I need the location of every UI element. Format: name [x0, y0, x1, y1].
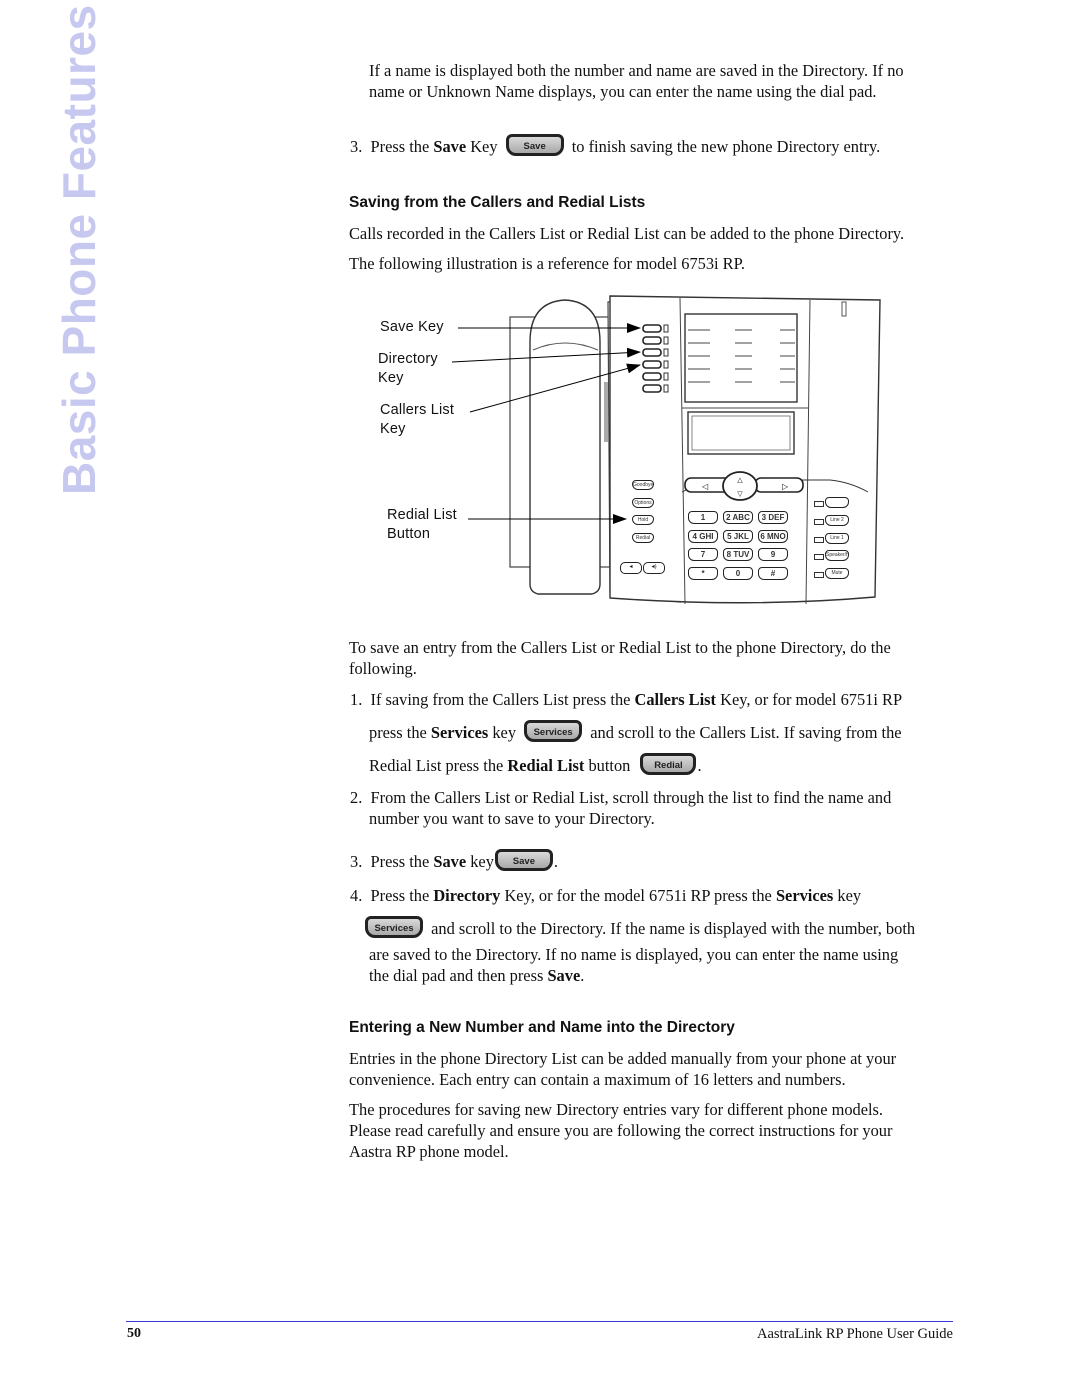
- volume-down-button: ◂: [620, 562, 642, 574]
- dial-key: 8 TUV: [723, 548, 753, 561]
- section2-para2-line3: Aastra RP phone model.: [349, 1142, 509, 1161]
- phone-button-options: Options: [632, 497, 654, 508]
- dial-key: 0: [723, 566, 753, 580]
- step-4-line-1: 4. Press the Directory Key, or for the m…: [350, 886, 862, 905]
- line-led-indicator: [814, 554, 824, 561]
- phone-button-hold: Hold: [632, 515, 654, 525]
- phone-button-redial: Redial: [632, 532, 654, 543]
- dial-key: *: [688, 566, 718, 580]
- section2-para2-line2: Please read carefully and ensure you are…: [349, 1121, 893, 1140]
- line-button: Speaker/Headset: [825, 550, 849, 562]
- dial-key: #: [758, 566, 788, 580]
- lower-display: [687, 411, 795, 455]
- line-button: Line 1: [825, 532, 849, 544]
- line-led-indicator: [814, 518, 824, 525]
- svg-text:▷: ▷: [782, 482, 789, 491]
- step-1-line-3: Redial List press the Redial List button…: [369, 753, 702, 778]
- step-1-line-1: 1. If saving from the Callers List press…: [350, 690, 903, 709]
- line-led-indicator: [814, 536, 824, 543]
- dial-key: 1: [688, 511, 718, 524]
- step-2-line-2: number you want to save to your Director…: [369, 809, 655, 828]
- dial-key: 4 GHI: [688, 529, 718, 543]
- dial-key: 3 DEF: [758, 511, 788, 524]
- step-3-save-entry: 3. Press the Save Key Save to finish sav…: [350, 134, 880, 159]
- services-key-icon: Services: [365, 916, 423, 939]
- handset: [529, 299, 601, 595]
- step-4-line-3: are saved to the Directory. If no name i…: [369, 945, 899, 964]
- step-1-line-2: press the Services key Services and scro…: [369, 720, 902, 745]
- intro-line-1: If a name is displayed both the number a…: [369, 61, 904, 80]
- page-number: 50: [127, 1326, 141, 1341]
- dial-key: 7 PQRS: [688, 548, 718, 561]
- footer-rule: [126, 1321, 953, 1322]
- save-key-icon: Save: [505, 134, 564, 157]
- step-4-line-2: Services and scroll to the Directory. If…: [365, 916, 915, 941]
- line-button: Line 2: [825, 514, 849, 526]
- section-heading-saving-from-lists: Saving from the Callers and Redial Lists: [349, 194, 646, 211]
- phone-button-goodbye: Goodbye: [632, 480, 654, 490]
- phone-illustration-6753i: Save Key Directory Key Callers List Key Re…: [370, 292, 890, 612]
- section1-para-1: Calls recorded in the Callers List or Re…: [349, 224, 905, 243]
- svg-text:△: △: [737, 477, 743, 484]
- line-led-indicator: [814, 501, 824, 507]
- upper-display: [684, 313, 798, 403]
- section2-para1-line2: convenience. Each entry can contain a ma…: [349, 1070, 846, 1089]
- dial-key: 6 MNO: [758, 529, 788, 543]
- nav-right-button: [754, 477, 804, 493]
- instructions-para-line-1: To save an entry from the Callers List o…: [349, 638, 891, 657]
- line-led-indicator: [814, 572, 824, 579]
- section2-para1-line1: Entries in the phone Directory List can …: [349, 1049, 897, 1068]
- step-2-line-1: 2. From the Callers List or Redial List,…: [350, 788, 892, 807]
- dial-key: 9 WXYZ: [758, 548, 788, 561]
- dial-key: 5 JKL: [723, 529, 753, 543]
- section2-para2-line1: The procedures for saving new Directory …: [349, 1100, 884, 1119]
- section1-para-2: The following illustration is a referenc…: [349, 254, 746, 273]
- svg-text:◁: ◁: [702, 482, 709, 491]
- services-key-icon: Services: [524, 720, 583, 743]
- instructions-para-line-2: following.: [349, 659, 417, 678]
- line-button: [825, 497, 849, 508]
- section-side-title: Basic Phone Features: [53, 4, 105, 495]
- step-3-line: 3. Press the Save key Save.: [350, 849, 558, 874]
- volume-up-button: ◂): [643, 562, 665, 574]
- save-key-icon: Save: [494, 849, 553, 872]
- intro-line-2: name or Unknown Name displays, you can e…: [369, 82, 877, 101]
- dial-key: 2 ABC: [723, 511, 753, 524]
- svg-text:▽: ▽: [737, 491, 743, 498]
- section-heading-entering-new-number: Entering a New Number and Name into the …: [349, 1019, 735, 1036]
- redial-key-icon: Redial: [640, 753, 697, 776]
- guide-title: AastraLink RP Phone User Guide: [757, 1326, 953, 1342]
- line-button: Mute: [825, 568, 849, 580]
- step-4-line-4: the dial pad and then press Save.: [369, 966, 585, 985]
